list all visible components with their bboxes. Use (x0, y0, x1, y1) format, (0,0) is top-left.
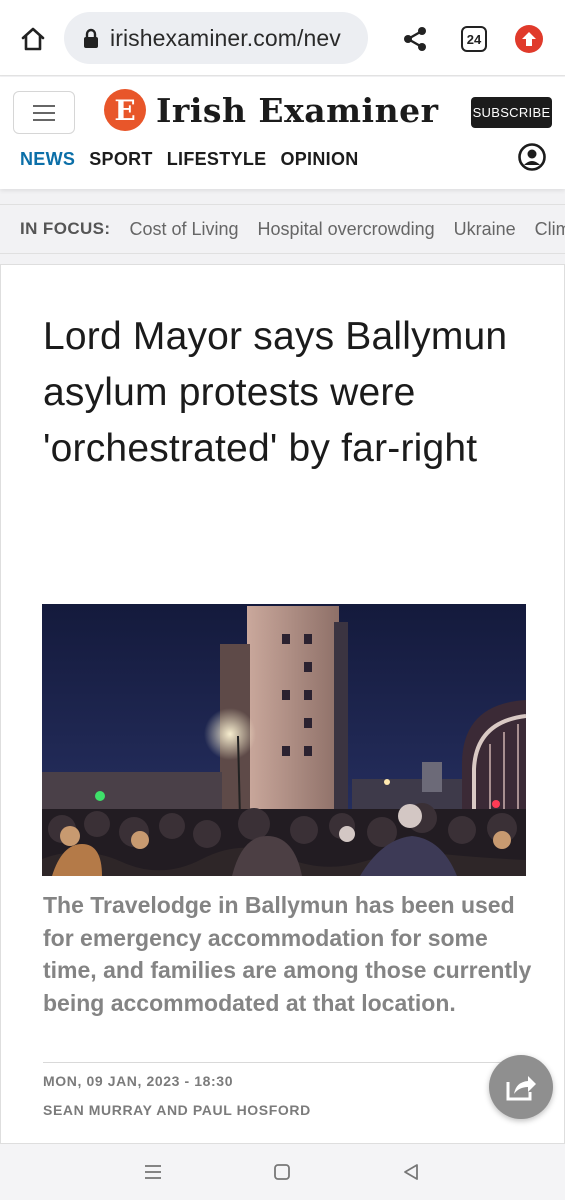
address-bar[interactable]: irishexaminer.com/nev (64, 12, 368, 64)
nav-item-opinion[interactable]: OPINION (280, 149, 358, 170)
share-out-icon (506, 1076, 536, 1101)
share-icon (404, 27, 426, 51)
logo-text: Irish Examiner (156, 90, 439, 130)
in-focus-item-hospital-overcrowding[interactable]: Hospital overcrowding (258, 219, 435, 240)
android-home-button[interactable] (268, 1158, 296, 1186)
article-headline: Lord Mayor says Ballymun asylum protests… (43, 315, 508, 470)
hamburger-icon-line (33, 118, 55, 121)
logo-mark-icon: E (104, 89, 146, 131)
article-date: MON, 09 JAN, 2023 - 18:30 (43, 1073, 234, 1089)
article-byline[interactable]: SEAN MURRAY AND PAUL HOSFORD (43, 1102, 311, 1118)
site-logo[interactable]: E Irish Examiner (104, 89, 438, 131)
hamburger-icon-line (33, 111, 55, 114)
lock-icon (84, 28, 98, 48)
opera-menu-button[interactable] (515, 25, 543, 53)
recent-apps-button[interactable] (139, 1158, 167, 1186)
in-focus-item-climate[interactable]: Clima (535, 219, 565, 240)
article-card: Lord Mayor says Ballymun asylum protests… (0, 264, 565, 1144)
url-text: irishexaminer.com/nev (110, 24, 341, 51)
protest-photo (42, 604, 526, 876)
tabs-button[interactable]: 24 (461, 26, 487, 52)
subscribe-button[interactable]: SUBSCRIBE (471, 97, 552, 128)
in-focus-item-cost-of-living[interactable]: Cost of Living (129, 219, 238, 240)
nav-item-news[interactable]: NEWS (20, 149, 75, 170)
in-focus-item-ukraine[interactable]: Ukraine (454, 219, 516, 240)
in-focus-label: IN FOCUS: (20, 219, 111, 238)
user-icon (518, 143, 546, 171)
floating-share-button[interactable] (489, 1055, 553, 1119)
site-header: E Irish Examiner SUBSCRIBE NEWS SPORT LI… (0, 77, 565, 189)
article-divider (43, 1062, 501, 1063)
back-button[interactable] (397, 1158, 425, 1186)
in-focus-bar: IN FOCUS: Cost of Living Hospital overcr… (0, 204, 565, 254)
hamburger-icon-line (33, 104, 55, 107)
article-hero-image[interactable] (42, 604, 526, 876)
home-button[interactable] (16, 22, 50, 56)
nav-item-lifestyle[interactable]: LIFESTYLE (167, 149, 267, 170)
main-nav: NEWS SPORT LIFESTYLE OPINION (20, 149, 359, 170)
opera-upload-icon (522, 32, 536, 46)
account-button[interactable] (517, 142, 547, 172)
back-triangle-icon (404, 1164, 418, 1180)
home-icon (21, 27, 45, 51)
square-home-icon (274, 1164, 290, 1180)
page: irishexaminer.com/nev 24 E Irish Examine… (0, 0, 565, 1200)
nav-item-sport[interactable]: SPORT (89, 149, 153, 170)
article-standfirst: The Travelodge in Ballymun has been used… (43, 892, 532, 1016)
share-button[interactable] (400, 24, 430, 54)
menu-button[interactable] (13, 91, 75, 134)
recent-apps-icon (145, 1165, 161, 1179)
system-navigation-bar (0, 1144, 565, 1200)
browser-toolbar: irishexaminer.com/nev 24 (0, 0, 565, 76)
